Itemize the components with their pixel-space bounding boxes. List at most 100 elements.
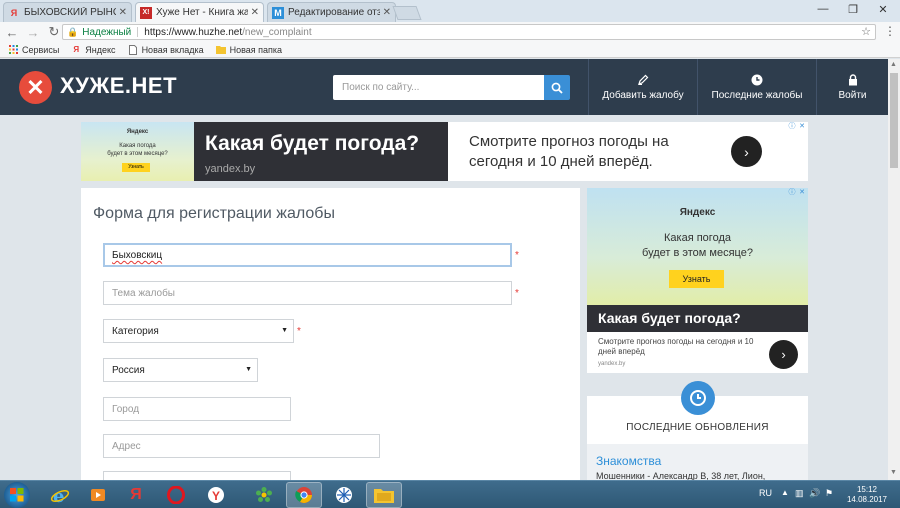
nav-label: Последние жалобы <box>711 89 803 101</box>
logo-x-icon[interactable]: ✕ <box>19 71 52 104</box>
close-icon[interactable]: ✕ <box>251 7 259 18</box>
yandex-icon: Я <box>73 45 80 54</box>
back-arrow-icon[interactable]: ← <box>3 23 21 41</box>
ad-close-icon[interactable]: ✕ <box>798 189 806 197</box>
ad-close-icon[interactable]: ✕ <box>798 123 806 131</box>
bookmark-yandex[interactable]: Я Яндекс <box>71 45 115 55</box>
url-path: /new_complaint <box>242 26 312 38</box>
taskbar-clock[interactable]: 15:12 14.08.2017 <box>842 485 892 505</box>
sidebar-ad-brand: Яндекс <box>679 207 716 218</box>
ad-info-icon[interactable]: ⓘ <box>788 123 796 131</box>
volume-icon[interactable]: 🔊 <box>809 488 820 499</box>
update-item[interactable]: Знакомства Мошенники - Александр В, 38 л… <box>587 444 808 481</box>
taskbar-yandex-browser[interactable]: Y <box>198 482 234 508</box>
updates-title: ПОСЛЕДНИЕ ОБНОВЛЕНИЯ <box>626 422 769 433</box>
network-icon[interactable]: ▥ <box>795 488 804 499</box>
country-select-value: Россия <box>112 365 145 376</box>
sidebar-ad-domain: yandex.by <box>598 361 626 367</box>
yandex-icon: Я <box>130 486 142 503</box>
scroll-down-icon[interactable]: ▼ <box>890 469 897 476</box>
sidebar-ad-line2: будет в этом месяце? <box>642 247 753 259</box>
top-ad-banner[interactable]: Яндекс Какая погода будет в этом месяце?… <box>81 122 808 181</box>
required-mark: * <box>297 326 301 337</box>
maximize-icon[interactable]: ❐ <box>838 0 868 18</box>
taskbar-opera[interactable] <box>158 482 194 508</box>
taskbar-yandex[interactable]: Я <box>118 482 154 508</box>
country-select[interactable]: Россия ▼ <box>103 358 258 382</box>
latest-updates-panel: ПОСЛЕДНИЕ ОБНОВЛЕНИЯ Знакомства Мошенник… <box>587 381 808 481</box>
reload-icon[interactable]: ↻ <box>45 23 63 41</box>
taskbar-explorer[interactable] <box>366 482 402 508</box>
page-scrollbar[interactable]: ▲ ▼ <box>888 59 900 480</box>
action-center-flag-icon[interactable]: ⚑ <box>825 488 833 499</box>
sidebar-ad-button[interactable]: Узнать <box>669 270 724 288</box>
company-input-value: Быховскиц <box>112 250 163 261</box>
clock-date: 14.08.2017 <box>846 495 888 504</box>
close-icon[interactable]: ✕ <box>119 7 127 18</box>
taskbar-ie[interactable]: e <box>42 482 78 508</box>
tab-edit-review[interactable]: M Редактирование отзыва ✕ <box>267 2 396 22</box>
required-mark: * <box>515 288 519 299</box>
tab-huzhe-net[interactable]: X! Хуже Нет - Книга жалоб ✕ <box>135 2 264 22</box>
tab-bykhov-market[interactable]: Я БЫХОВСКИЙ РЫНОК В ✕ <box>3 2 132 22</box>
language-indicator[interactable]: RU <box>759 488 772 498</box>
subject-input[interactable]: Тема жалобы <box>103 281 512 305</box>
nav-add-complaint[interactable]: Добавить жалобу <box>588 59 697 115</box>
ad-arrow-button[interactable]: › <box>731 136 762 167</box>
update-category-link[interactable]: Знакомства <box>596 454 661 468</box>
site-logo-text[interactable]: ХУЖЕ.НЕТ <box>60 73 177 99</box>
media-player-icon <box>91 489 105 501</box>
scrollbar-thumb[interactable] <box>890 73 898 168</box>
start-button[interactable] <box>4 482 30 508</box>
close-icon[interactable]: ✕ <box>383 7 391 18</box>
ad-info-icon[interactable]: ⓘ <box>788 189 796 197</box>
yandex-favicon-icon: Я <box>10 7 18 18</box>
sidebar-ad-arrow-button[interactable]: › <box>769 340 798 369</box>
taskbar-icq[interactable] <box>246 482 282 508</box>
company-input[interactable]: Быховскиц <box>103 243 512 267</box>
sidebar-ad[interactable]: Яндекс Какая погода будет в этом месяце?… <box>587 188 808 373</box>
bookmark-services[interactable]: Сервисы <box>8 45 59 55</box>
dropdown-caret-icon: ▼ <box>281 327 288 334</box>
site-search-input[interactable]: Поиск по сайту... <box>333 75 545 100</box>
forward-arrow-icon[interactable]: → <box>24 23 42 41</box>
city-input[interactable]: Город <box>103 397 291 421</box>
secure-lock-icon: 🔒 <box>67 26 79 37</box>
taskbar-burst-app[interactable] <box>326 482 362 508</box>
nav-login[interactable]: Войти <box>816 59 888 115</box>
tab-title: БЫХОВСКИЙ РЫНОК В <box>24 7 116 18</box>
address-bar[interactable]: 🔒 Надежный https://www.huzhe.net/new_com… <box>62 24 876 40</box>
taskbar-media-player[interactable] <box>80 482 116 508</box>
bookmark-label: Яндекс <box>85 44 116 55</box>
menu-dots-icon[interactable]: ⋮ <box>884 24 896 38</box>
dropdown-caret-icon: ▼ <box>245 366 252 373</box>
starburst-icon <box>336 487 352 503</box>
browser-toolbar: ← → ↻ 🔒 Надежный https://www.huzhe.net/n… <box>0 22 900 42</box>
windows-logo-icon <box>10 488 24 502</box>
search-icon <box>551 82 563 94</box>
address-input[interactable]: Адрес <box>103 434 380 458</box>
clock-time: 15:12 <box>856 485 878 494</box>
close-window-icon[interactable]: ✕ <box>868 0 898 18</box>
new-tab-button[interactable] <box>392 6 422 20</box>
ad-thumb-line2: будет в этом месяце? <box>107 151 168 157</box>
ad-text: Смотрите прогноз погоды на сегодня и 10 … <box>469 133 669 170</box>
bookmark-label: Новая папка <box>229 44 283 55</box>
url-host: https://www.huzhe.net <box>144 26 243 38</box>
bookmark-new-tab[interactable]: Новая вкладка <box>128 44 204 55</box>
taskbar-chrome[interactable] <box>286 482 322 508</box>
site-header: ✕ ХУЖЕ.НЕТ Поиск по сайту... Добавить жа… <box>0 59 888 115</box>
ad-headline: Какая будет погода? <box>205 132 420 155</box>
minimize-icon[interactable]: — <box>808 0 838 18</box>
search-button[interactable] <box>544 75 570 100</box>
bookmarks-bar: Сервисы Я Яндекс Новая вкладка Новая пап… <box>0 42 900 58</box>
tray-expand-icon[interactable]: ▲ <box>781 488 789 497</box>
taskbar: e Я Y RU ▲ ▥ 🔊 ⚑ 15:12 14.08.2017 <box>0 480 900 508</box>
category-select[interactable]: Категория ▼ <box>103 319 294 343</box>
svg-text:Y: Y <box>212 489 220 503</box>
bookmark-star-icon[interactable]: ☆ <box>861 25 871 38</box>
ad-headline-block: Какая будет погода? yandex.by <box>194 122 448 181</box>
nav-latest-complaints[interactable]: Последние жалобы <box>697 59 816 115</box>
scroll-up-icon[interactable]: ▲ <box>890 61 897 68</box>
bookmark-new-folder[interactable]: Новая папка <box>215 44 283 55</box>
